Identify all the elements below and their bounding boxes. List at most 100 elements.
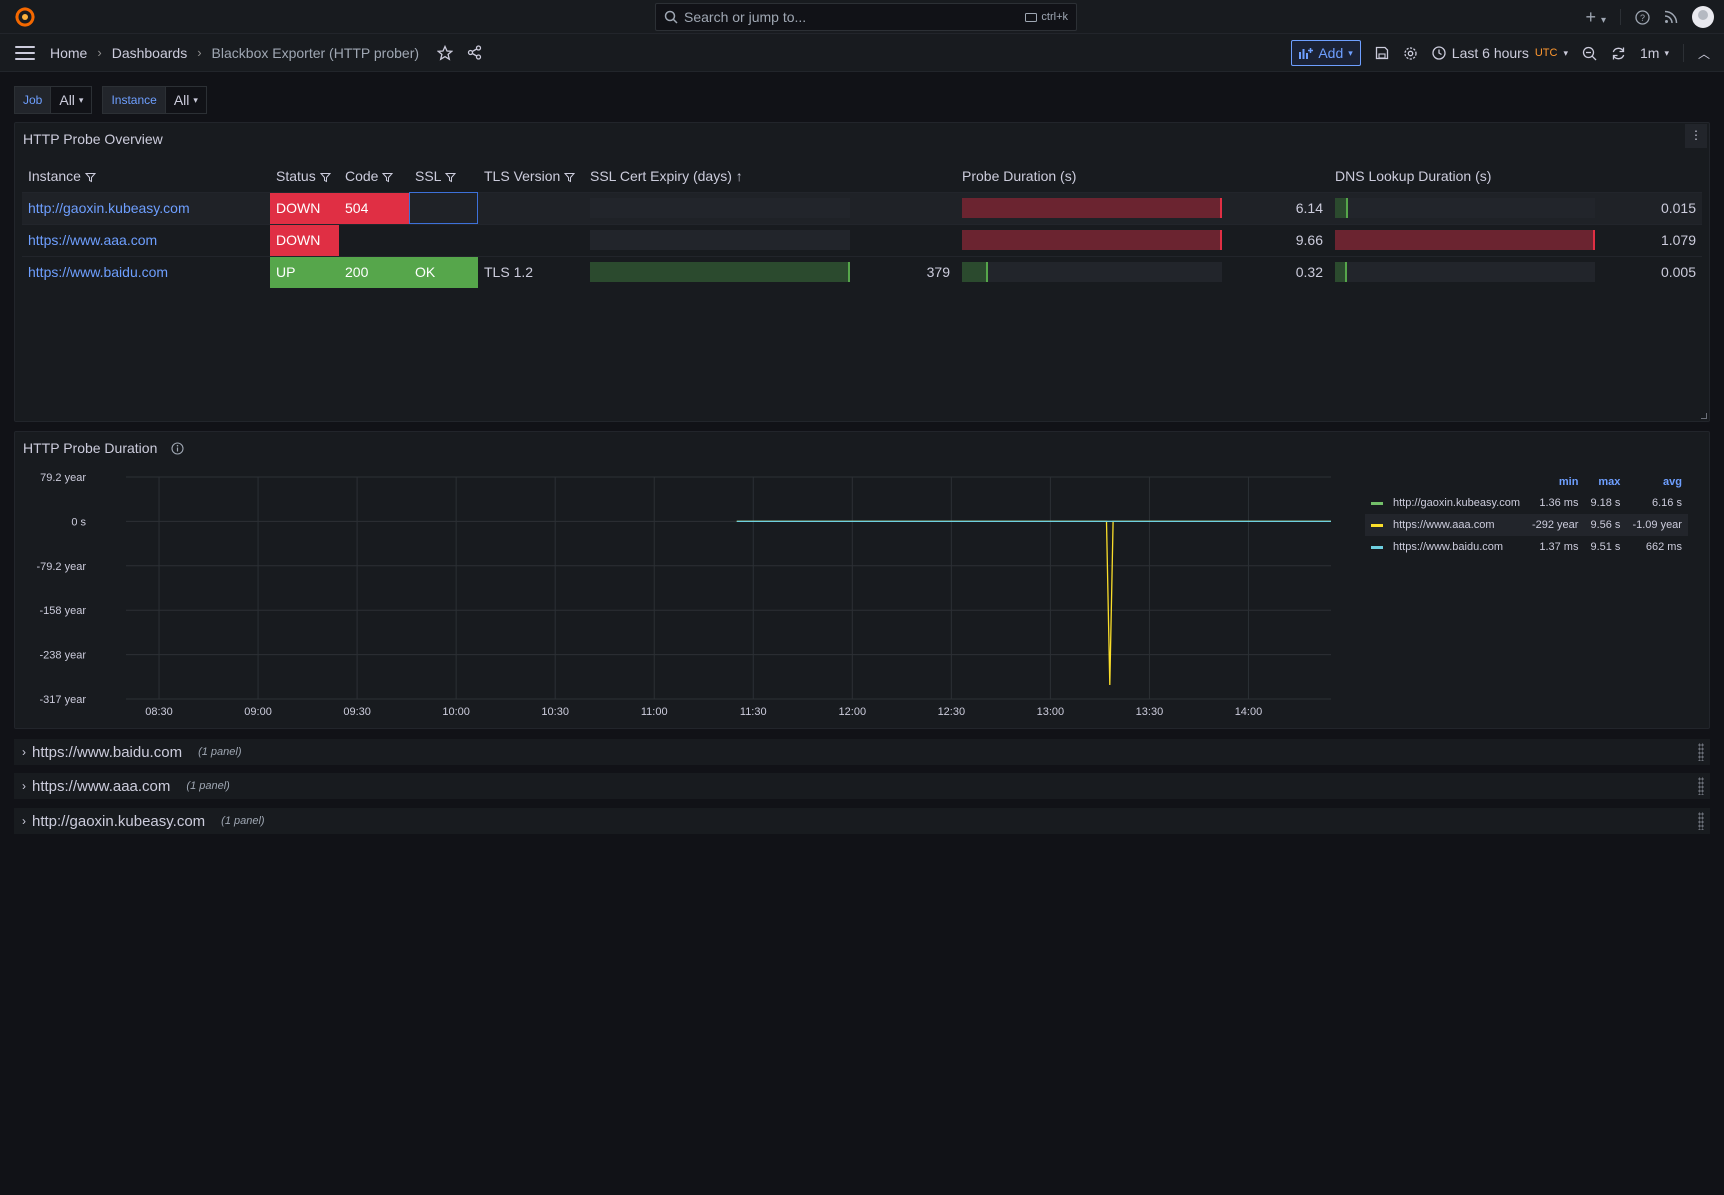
new-menu-icon[interactable]: + ▾	[1585, 7, 1606, 28]
legend-series-name: https://www.aaa.com	[1393, 519, 1495, 531]
breadcrumb-separator-icon: ›	[97, 45, 102, 60]
chevron-up-icon[interactable]: ︿	[1698, 45, 1710, 62]
instance-link[interactable]: https://www.baidu.com	[28, 264, 168, 280]
search-input[interactable]: Search or jump to... ctrl+k	[655, 3, 1077, 31]
cell-expiry-value: 379	[896, 255, 956, 288]
variable-instance: Instance All ▾	[102, 86, 207, 114]
x-tick-label: 14:00	[1235, 706, 1263, 718]
variable-instance-select[interactable]: All ▾	[164, 86, 207, 114]
save-icon[interactable]	[1375, 46, 1389, 60]
col-instance[interactable]: Instance	[22, 160, 270, 192]
legend-col-max[interactable]: max	[1584, 472, 1626, 492]
legend-col-avg[interactable]: avg	[1626, 472, 1688, 492]
col-tls-version[interactable]: TLS Version	[478, 160, 584, 192]
legend-series[interactable]: https://www.baidu.com	[1365, 536, 1526, 558]
col-probe-duration[interactable]: Probe Duration (s)	[956, 160, 1329, 192]
instance-link[interactable]: https://www.aaa.com	[28, 232, 157, 248]
filter-icon[interactable]	[319, 172, 331, 183]
legend-avg: -1.09 year	[1626, 514, 1688, 536]
panel-title: HTTP Probe Overview	[23, 131, 163, 147]
top-right-actions: + ▾ ?	[1585, 4, 1714, 30]
resize-handle-icon[interactable]	[1701, 413, 1707, 419]
add-button[interactable]: Add ▾	[1291, 40, 1361, 66]
collapsed-row[interactable]: › http://gaoxin.kubeasy.com (1 panel)	[14, 808, 1710, 834]
breadcrumb-separator-icon: ›	[197, 45, 202, 60]
http-probe-duration-panel: HTTP Probe Duration 79.2 year 0 s -79.2 ye…	[14, 431, 1710, 729]
cell-dns-value: 0.005	[1642, 255, 1702, 288]
top-bar: Search or jump to... ctrl+k + ▾ ?	[0, 0, 1724, 34]
duration-chart[interactable]: 79.2 year 0 s -79.2 year -158 year -238 year…	[15, 462, 1345, 730]
cell-probe-value: 9.66	[1269, 223, 1329, 256]
settings-gear-icon[interactable]	[1403, 46, 1418, 61]
legend-max: 9.56 s	[1584, 514, 1627, 536]
x-tick-label: 09:00	[244, 706, 272, 718]
divider	[1620, 9, 1621, 25]
filter-icon[interactable]	[382, 172, 394, 183]
variable-job-select[interactable]: All ▾	[50, 86, 93, 114]
legend-min: -292 year	[1525, 514, 1585, 536]
time-picker[interactable]: Last 6 hours UTC ▾	[1432, 45, 1568, 61]
cell-instance[interactable]: https://www.baidu.com	[22, 255, 270, 288]
cell-ssl: OK	[409, 255, 478, 288]
refresh-interval-picker[interactable]: 1m ▾	[1640, 45, 1669, 61]
legend-col-min[interactable]: min	[1526, 472, 1584, 492]
legend-item[interactable]: https://www.aaa.com -292 year 9.56 s -1.09 …	[1365, 514, 1688, 536]
cell-tls	[478, 191, 584, 224]
cell-instance[interactable]: https://www.aaa.com	[22, 223, 270, 256]
chevron-right-icon: ›	[22, 814, 26, 828]
cell-expiry-value	[896, 191, 956, 224]
keyboard-icon	[1025, 12, 1038, 22]
legend-avg: 6.16 s	[1652, 497, 1682, 509]
collapsed-row[interactable]: › https://www.baidu.com (1 panel)	[14, 739, 1710, 765]
filter-icon[interactable]	[564, 172, 576, 183]
col-ssl[interactable]: SSL	[409, 160, 478, 192]
user-avatar[interactable]	[1692, 6, 1714, 28]
rss-news-icon[interactable]	[1664, 10, 1678, 24]
col-code[interactable]: Code	[339, 160, 409, 192]
legend-swatch	[1371, 501, 1383, 505]
cell-dns-value: 0.015	[1642, 191, 1702, 224]
expiry-gauge	[590, 198, 850, 218]
drag-handle-icon[interactable]	[1698, 812, 1704, 830]
collapsed-row[interactable]: › https://www.aaa.com (1 panel)	[14, 773, 1710, 799]
cell-ssl	[409, 223, 478, 256]
breadcrumb-dashboards[interactable]: Dashboards	[112, 45, 188, 61]
drag-handle-icon[interactable]	[1698, 777, 1704, 795]
filter-icon[interactable]	[84, 172, 96, 183]
instance-link[interactable]: http://gaoxin.kubeasy.com	[28, 200, 190, 216]
share-icon[interactable]	[467, 45, 482, 60]
drag-handle-icon[interactable]	[1698, 743, 1704, 761]
refresh-icon[interactable]	[1611, 46, 1626, 61]
probe-gauge	[962, 230, 1222, 250]
search-placeholder: Search or jump to...	[684, 9, 807, 25]
cell-status: DOWN	[270, 223, 339, 256]
legend-series[interactable]: https://www.aaa.com	[1365, 514, 1526, 536]
cell-expiry-bar	[584, 223, 896, 256]
legend-item[interactable]: http://gaoxin.kubeasy.com 1.36 ms 9.18 s 6.…	[1365, 492, 1688, 514]
cell-instance[interactable]: http://gaoxin.kubeasy.com	[22, 191, 270, 224]
star-icon[interactable]	[437, 44, 454, 61]
col-ssl-cert-expiry[interactable]: SSL Cert Expiry (days) ↑	[584, 160, 956, 192]
menu-icon[interactable]	[15, 45, 35, 60]
filter-icon[interactable]	[445, 172, 457, 183]
y-tick-label: 0 s	[71, 516, 86, 528]
cell-code	[339, 223, 409, 256]
col-status[interactable]: Status	[270, 160, 339, 192]
col-dns-lookup[interactable]: DNS Lookup Duration (s)	[1329, 160, 1702, 192]
legend-item[interactable]: https://www.baidu.com 1.37 ms 9.51 s 662 ms	[1365, 536, 1688, 558]
cell-probe-value: 6.14	[1269, 191, 1329, 224]
grafana-logo-icon[interactable]	[14, 6, 36, 28]
info-icon[interactable]	[171, 441, 184, 455]
help-icon[interactable]: ?	[1635, 9, 1650, 25]
breadcrumb-home[interactable]: Home	[50, 45, 87, 61]
add-panel-icon	[1299, 48, 1314, 59]
legend-swatch	[1371, 545, 1383, 549]
panel-menu-icon[interactable]: ⋮	[1685, 124, 1707, 148]
variable-job-label: Job	[14, 86, 51, 114]
table-row: http://gaoxin.kubeasy.com DOWN 504 6.14 0.01…	[22, 191, 1702, 224]
zoom-out-icon[interactable]	[1582, 46, 1597, 61]
expiry-gauge-fill	[590, 262, 850, 283]
divider	[1682, 44, 1684, 62]
http-probe-overview-panel: HTTP Probe Overview ⋮ Instance Status Co…	[14, 122, 1710, 422]
legend-series[interactable]: http://gaoxin.kubeasy.com	[1365, 492, 1526, 514]
